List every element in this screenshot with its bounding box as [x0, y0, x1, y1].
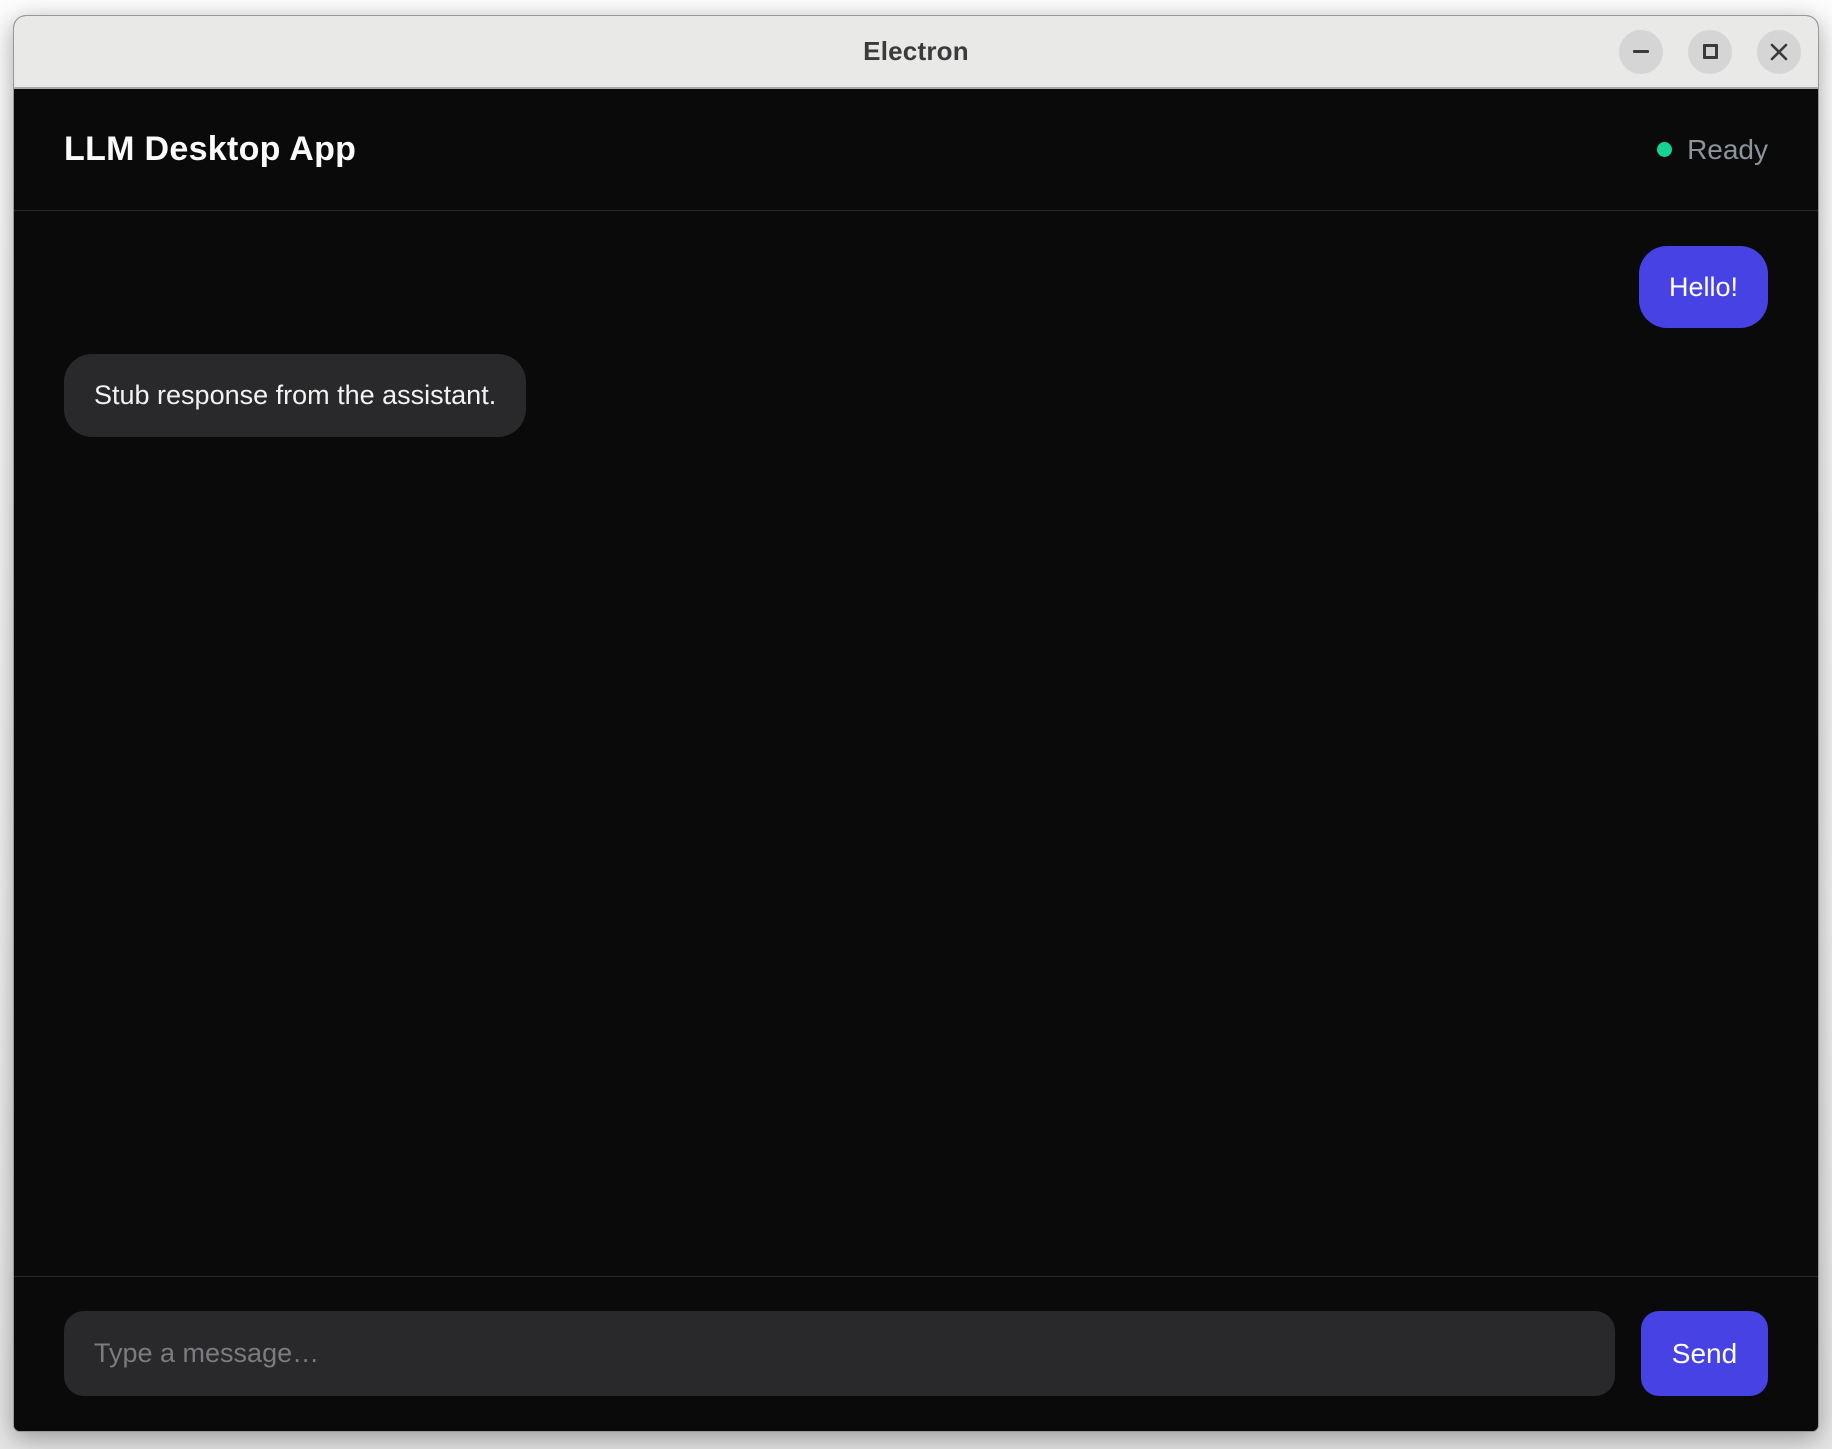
maximize-icon	[1703, 44, 1718, 59]
window-title: Electron	[863, 36, 969, 67]
app-window: Electron LLM Desktop App Ready Hel	[13, 15, 1819, 1432]
message-bubble-assistant: Stub response from the assistant.	[64, 354, 526, 436]
status-label: Ready	[1687, 134, 1768, 166]
app-header: LLM Desktop App Ready	[14, 89, 1818, 211]
minimize-button[interactable]	[1619, 30, 1663, 74]
page-title: LLM Desktop App	[64, 130, 356, 169]
close-icon	[1768, 41, 1790, 63]
close-button[interactable]	[1757, 30, 1801, 74]
minimize-icon	[1633, 50, 1649, 53]
titlebar[interactable]: Electron	[14, 16, 1818, 89]
window-controls	[1619, 30, 1801, 74]
app-content: LLM Desktop App Ready Hello! Stub respon…	[14, 89, 1818, 1431]
chat-area: Hello! Stub response from the assistant.	[14, 211, 1818, 1276]
status-dot-icon	[1657, 142, 1672, 157]
message-input[interactable]	[64, 1311, 1615, 1396]
composer: Send	[14, 1276, 1818, 1431]
maximize-button[interactable]	[1688, 30, 1732, 74]
status-indicator: Ready	[1657, 134, 1768, 166]
send-button[interactable]: Send	[1641, 1311, 1768, 1396]
message-bubble-user: Hello!	[1639, 246, 1768, 328]
